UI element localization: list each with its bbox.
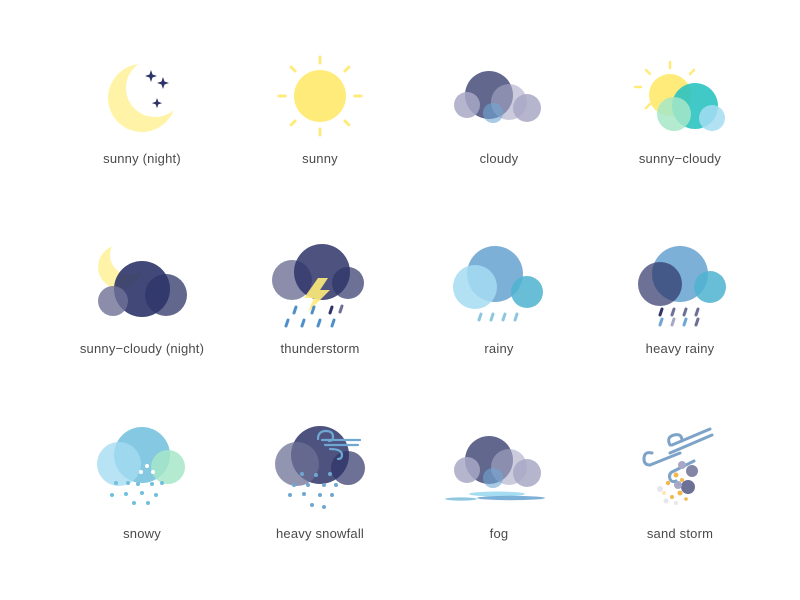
weather-icon-grid: sunny (night) sunny cloudy sunny−cloudy … [0, 0, 800, 600]
weather-label: sunny (night) [103, 151, 181, 166]
weather-item-thunderstorm: thunderstorm [230, 240, 410, 390]
weather-label: snowy [123, 526, 161, 541]
thunderstorm-icon [272, 244, 364, 328]
sun-cloud-icon [633, 60, 725, 131]
weather-label: cloudy [479, 151, 519, 166]
weather-item-rainy: rainy [409, 240, 589, 390]
snow-icon [97, 427, 185, 505]
weather-label: rainy [484, 341, 514, 356]
heavy-rain-icon [638, 246, 726, 327]
weather-item-heavy-rainy: heavy rainy [590, 240, 770, 390]
weather-label: sunny−cloudy [638, 151, 722, 166]
weather-label: sunny [302, 151, 338, 166]
heavy-snow-icon [275, 426, 365, 509]
weather-item-sand-storm: sand storm [590, 425, 770, 575]
weather-label: sunny−cloudy (night) [79, 341, 205, 356]
sun-icon [277, 55, 363, 137]
weather-item-heavy-snowfall: heavy snowfall [230, 425, 410, 575]
weather-label: sand storm [646, 526, 714, 541]
weather-label: thunderstorm [280, 341, 360, 356]
weather-item-cloudy: cloudy [409, 50, 589, 200]
fog-icon [445, 436, 545, 501]
moon-stars-icon [108, 64, 176, 132]
weather-label: heavy snowfall [275, 526, 365, 541]
cloud-icon [454, 71, 541, 123]
weather-item-sunny-night: sunny (night) [52, 50, 232, 200]
weather-item-snowy: snowy [52, 425, 232, 575]
weather-label: heavy rainy [645, 341, 715, 356]
sand-storm-icon [642, 427, 714, 505]
weather-item-sunny: sunny [230, 50, 410, 200]
weather-label: fog [489, 526, 509, 541]
weather-item-fog: fog [409, 425, 589, 575]
weather-item-sunny-cloudy: sunny−cloudy [590, 50, 770, 200]
moon-cloud-icon [98, 245, 187, 317]
rain-icon [453, 246, 543, 322]
weather-item-sunny-cloudy-night: sunny−cloudy (night) [52, 240, 232, 390]
